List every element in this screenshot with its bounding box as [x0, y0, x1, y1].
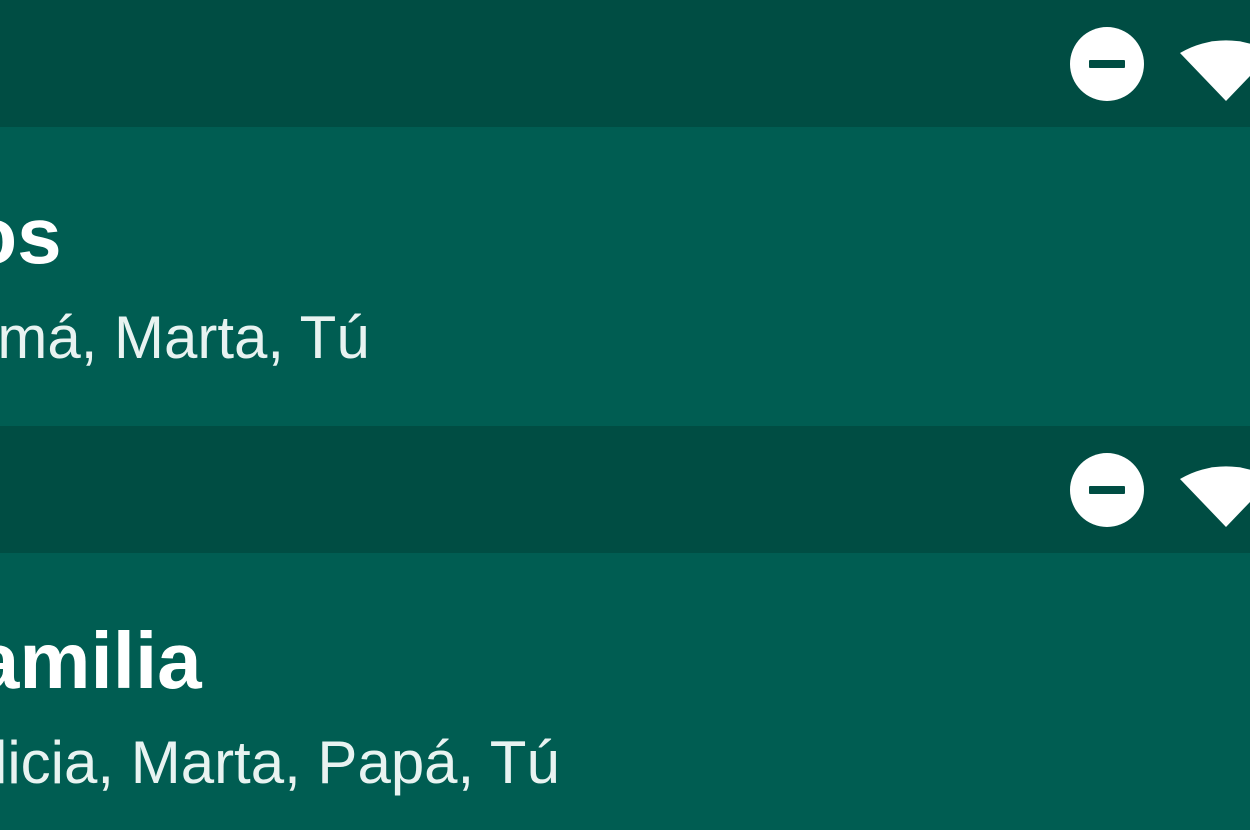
- status-bar: [0, 0, 1250, 127]
- do-not-disturb-icon: [1070, 453, 1144, 527]
- wifi-icon: [1180, 466, 1250, 527]
- chat-members: Mamá, Marta, Tú: [0, 304, 370, 371]
- chat-members: Alicia, Marta, Papá, Tú: [0, 729, 560, 796]
- screenshot: Hijos Mamá, Marta, Tú Familia Alicia, Ma…: [0, 0, 1250, 830]
- do-not-disturb-icon: [1070, 27, 1144, 101]
- status-bar: [0, 426, 1250, 553]
- wifi-icon: [1180, 40, 1250, 101]
- chat-title: Hijos: [0, 191, 62, 280]
- chat-header[interactable]: Familia Alicia, Marta, Papá, Tú: [0, 553, 1250, 830]
- chat-title: Familia: [0, 616, 202, 705]
- chat-header[interactable]: Hijos Mamá, Marta, Tú: [0, 127, 1250, 426]
